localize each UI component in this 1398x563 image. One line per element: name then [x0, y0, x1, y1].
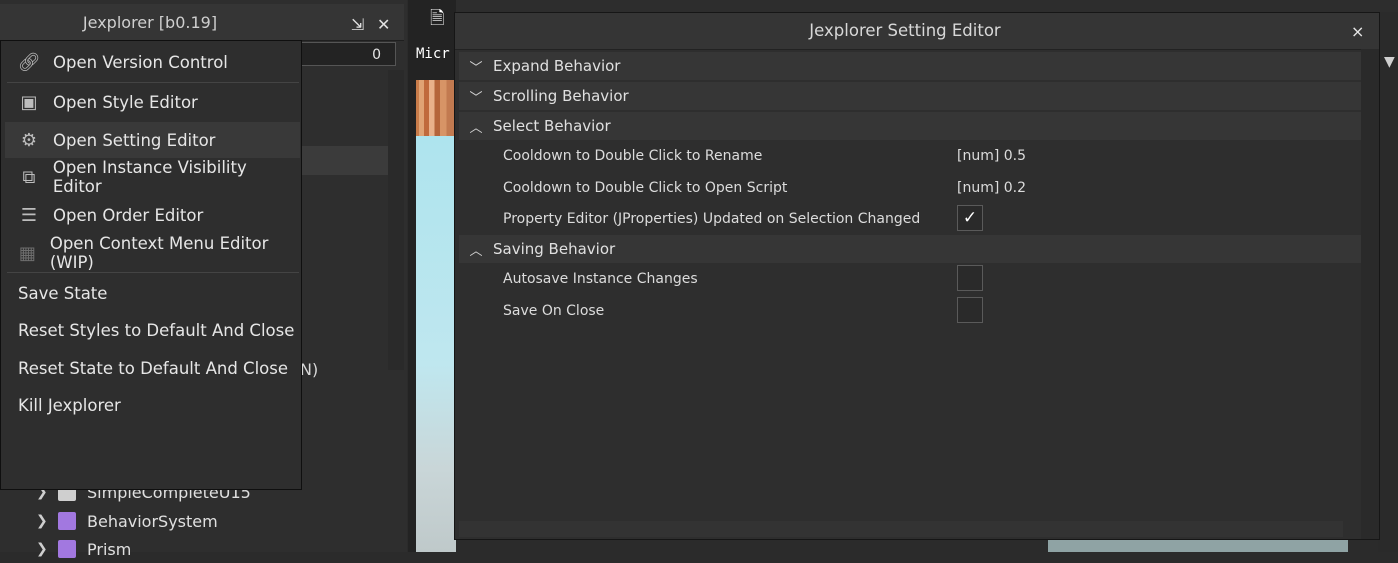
setting-value-input[interactable]: [num] 0.2	[957, 174, 1026, 202]
chevron-up-icon: ︿	[469, 243, 483, 259]
setting-label: Save On Close	[503, 303, 605, 319]
style-document-icon: ▣	[20, 91, 38, 113]
menu-item-label: Open Order Editor	[53, 205, 204, 225]
section-saving-behavior[interactable]: ︿ Saving Behavior	[459, 235, 1361, 263]
menu-item-label: Reset Styles to Default And Close	[18, 320, 295, 340]
section-scrolling-behavior[interactable]: ﹀ Scrolling Behavior	[459, 82, 1361, 110]
tree-item[interactable]: ❯ BehaviorSystem	[36, 507, 218, 535]
section-select-behavior[interactable]: ︿ Select Behavior	[459, 112, 1361, 140]
checkbox-property-editor-updated[interactable]: ✓	[957, 205, 983, 231]
grid-icon: ▦	[18, 242, 36, 264]
chevron-down-icon: ﹀	[469, 60, 483, 76]
menu-item-label: Kill Jexplorer	[18, 395, 121, 415]
menu-item-label: Open Instance Visibility Editor	[52, 158, 247, 196]
dialog-titlebar: Jexplorer Setting Editor ×	[455, 13, 1379, 50]
chevron-right-icon[interactable]: ❯	[36, 541, 58, 557]
checkbox-autosave-instance-changes[interactable]	[957, 265, 983, 291]
menu-item-kill-jexplorer[interactable]: Kill Jexplorer	[5, 387, 300, 423]
close-icon[interactable]: ×	[1351, 22, 1364, 41]
tab-strip	[456, 0, 1398, 12]
menu-item-label: Open Context Menu Editor (WIP)	[49, 234, 269, 272]
dialog-horizontal-scrollbar[interactable]	[459, 521, 1343, 537]
tree-item-label: Prism	[87, 539, 132, 559]
explorer-titlebar: Jexplorer [b0.19] ⇲ ✕	[0, 4, 404, 41]
section-label: Select Behavior	[493, 117, 611, 135]
tree-item[interactable]: ❯ Prism	[36, 535, 131, 563]
tree-item-label: BehaviorSystem	[87, 511, 218, 531]
explorer-scrollbar[interactable]	[388, 70, 404, 370]
link-icon: 🔗︎	[17, 51, 41, 73]
viewport-scene[interactable]	[416, 136, 456, 552]
menu-item-open-version-control[interactable]: 🔗︎ Open Version Control	[5, 44, 300, 80]
module-icon	[58, 540, 76, 558]
search-count: 0	[372, 47, 381, 63]
microprofiler-graph	[416, 80, 456, 136]
visibility-cursor-icon: ⧉	[22, 166, 36, 188]
menu-item-label: Save State	[18, 283, 108, 303]
menu-divider	[7, 272, 299, 273]
setting-editor-dialog: Jexplorer Setting Editor × ﹀ Expand Beha…	[454, 12, 1380, 540]
setting-label: Autosave Instance Changes	[503, 271, 698, 287]
close-icon[interactable]: ✕	[377, 15, 390, 34]
section-label: Scrolling Behavior	[493, 87, 629, 105]
section-expand-behavior[interactable]: ﹀ Expand Behavior	[459, 52, 1361, 80]
section-label: Saving Behavior	[493, 240, 616, 258]
right-panel-edge	[1378, 40, 1398, 552]
menu-item-open-order-editor[interactable]: ☰ Open Order Editor	[5, 197, 300, 233]
dialog-title: Jexplorer Setting Editor	[809, 21, 1001, 40]
tree-item-partial-label: N)	[300, 360, 319, 379]
list-icon: ☰	[20, 204, 38, 226]
menu-item-open-setting-editor[interactable]: ⚙ Open Setting Editor	[5, 122, 300, 158]
menu-divider	[7, 82, 299, 83]
dock-icon[interactable]: ⇲	[351, 15, 364, 34]
chevron-up-icon: ︿	[469, 120, 483, 136]
menu-item-label: Open Version Control	[53, 52, 228, 72]
context-menu: 🔗︎ Open Version Control ▣ Open Style Edi…	[0, 40, 302, 490]
filter-icon[interactable]: ▼	[1384, 54, 1395, 70]
chevron-down-icon: ﹀	[469, 90, 483, 106]
section-label: Expand Behavior	[493, 57, 621, 75]
viewport-label: Micr	[416, 46, 450, 62]
setting-value-input[interactable]: [num] 0.5	[957, 142, 1026, 170]
menu-item-reset-state[interactable]: Reset State to Default And Close	[5, 350, 300, 386]
viewport-tab-icon[interactable]: 🗎︎	[430, 6, 454, 36]
menu-item-reset-styles[interactable]: Reset Styles to Default And Close	[5, 312, 300, 348]
search-input[interactable]: 0	[298, 42, 396, 66]
menu-item-open-context-menu-editor[interactable]: ▦ Open Context Menu Editor (WIP)	[5, 234, 300, 272]
setting-label: Property Editor (JProperties) Updated on…	[503, 211, 921, 227]
menu-item-label: Open Setting Editor	[53, 130, 216, 150]
dialog-vertical-scrollbar[interactable]	[1361, 49, 1379, 539]
menu-item-open-style-editor[interactable]: ▣ Open Style Editor	[5, 84, 300, 120]
checkbox-save-on-close[interactable]	[957, 297, 983, 323]
menu-item-open-instance-visibility-editor[interactable]: ⧉ Open Instance Visibility Editor	[5, 158, 300, 196]
setting-label: Cooldown to Double Click to Open Script	[503, 180, 788, 196]
menu-item-label: Open Style Editor	[53, 92, 198, 112]
viewport-scene-bottom	[1048, 538, 1348, 552]
chevron-right-icon[interactable]: ❯	[36, 513, 58, 529]
explorer-title: Jexplorer [b0.19]	[82, 13, 218, 32]
module-icon	[58, 512, 76, 530]
menu-item-label: Reset State to Default And Close	[18, 358, 289, 378]
gear-icon: ⚙	[20, 129, 38, 151]
menu-item-save-state[interactable]: Save State	[5, 275, 300, 311]
setting-label: Cooldown to Double Click to Rename	[503, 148, 763, 164]
tree-row-selected[interactable]	[300, 146, 388, 175]
